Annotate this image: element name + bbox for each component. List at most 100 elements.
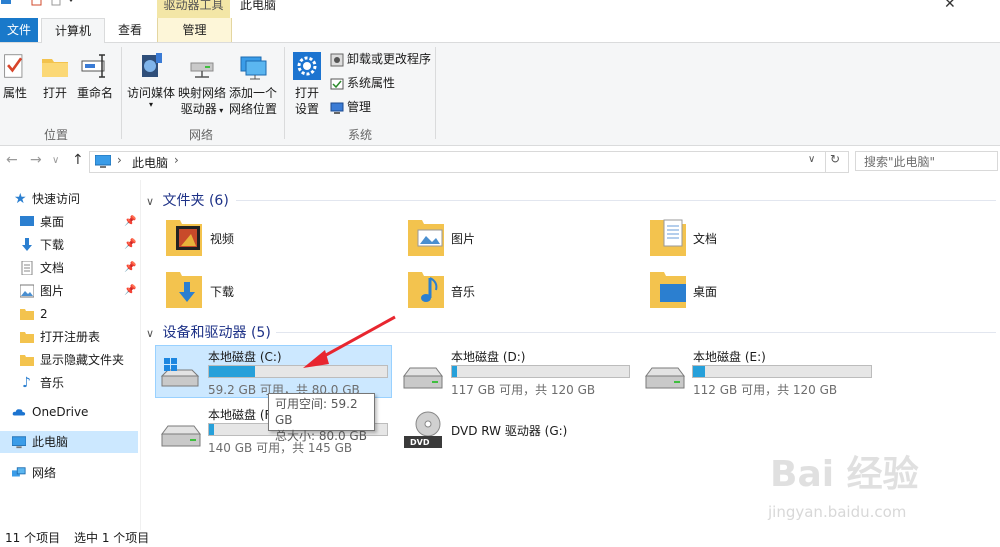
section-divider [236, 200, 996, 201]
manage-button[interactable]: 管理 [330, 98, 371, 116]
up-icon[interactable]: ↑ [72, 152, 84, 168]
uninstall-label: 卸载或更改程序 [347, 52, 432, 66]
nav-this-pc-label: 此电脑 [32, 435, 69, 449]
nav-item-label: 图片 [40, 284, 65, 298]
nav-quick-access[interactable]: ★ 快速访问 [0, 188, 138, 210]
rename-button[interactable]: 重命名 [77, 51, 113, 101]
nav-item-open-registry[interactable]: 打开注册表 [0, 326, 138, 348]
system-properties-icon [330, 78, 344, 89]
folder-label: 文档 [693, 232, 718, 246]
add-network-location-icon [240, 56, 267, 80]
pictures-folder-icon [408, 220, 444, 256]
nav-item-label: 2 [40, 307, 48, 321]
nav-this-pc[interactable]: 此电脑 [0, 431, 138, 453]
red-annotation-arrow [303, 315, 396, 368]
drive-usage-bar [692, 365, 872, 378]
quick-access-toolbar[interactable] [0, 0, 80, 8]
nav-item-desktop[interactable]: 桌面 📌 [0, 211, 138, 233]
folder-label: 音乐 [451, 285, 476, 299]
back-icon[interactable]: ← [6, 152, 18, 168]
drive-usage-bar [451, 365, 630, 378]
rename-icon [81, 54, 105, 78]
dropdown-arrow-icon: ▾ [148, 100, 153, 109]
nav-item-music[interactable]: ♪ 音乐 [0, 372, 138, 394]
hard-drive-icon [403, 367, 443, 389]
nav-item-folder-2[interactable]: 2 [0, 303, 138, 325]
pin-icon[interactable]: 📌 [124, 257, 136, 279]
nav-item-show-hidden[interactable]: 显示隐藏文件夹 [0, 349, 138, 371]
network-drive-icon [190, 62, 214, 78]
recent-locations-icon[interactable]: ∨ [52, 155, 59, 166]
forward-icon[interactable]: → [30, 152, 42, 168]
open-button[interactable]: 打开 [40, 51, 70, 101]
map-network-drive-button[interactable]: 映射网络 驱动器 ▾ [177, 51, 227, 119]
desktop-folder-icon [650, 272, 686, 308]
folder-icon [20, 355, 34, 366]
nav-item-label: 音乐 [40, 376, 65, 390]
nav-item-pictures[interactable]: 图片 📌 [0, 280, 138, 302]
title-bar [0, 0, 1000, 18]
chevron-down-icon[interactable]: ∨ [146, 327, 154, 340]
properties-label: 属性 [2, 86, 27, 100]
properties-icon [4, 54, 23, 78]
drive-free-space: 117 GB 可用，共 120 GB [451, 383, 596, 397]
pin-icon[interactable]: 📌 [124, 211, 136, 233]
group-separator [121, 47, 122, 139]
nav-item-label: 下载 [40, 238, 65, 252]
system-properties-button[interactable]: 系统属性 [330, 74, 395, 92]
nav-item-documents[interactable]: 文档 📌 [0, 257, 138, 279]
group-separator [284, 47, 285, 139]
address-dropdown-icon[interactable]: ∨ [808, 154, 815, 165]
group-separator [435, 47, 436, 139]
section-toggle[interactable]: ∨ 设备和驱动器 (5) [146, 322, 271, 342]
drive-usage-fill [209, 424, 215, 435]
pictures-icon [20, 284, 34, 298]
media-icon [142, 53, 162, 77]
drives-section-title: 设备和驱动器 (5) [162, 325, 271, 341]
tab-computer[interactable]: 计算机 [41, 18, 105, 43]
search-input[interactable]: 搜索"此电脑" [855, 151, 998, 171]
drive-tools-context-label: 驱动器工具 [157, 0, 230, 18]
open-settings-button[interactable]: 打开 设置 [289, 51, 325, 117]
svg-text:DVD: DVD [410, 438, 430, 447]
refresh-icon[interactable]: ↻ [825, 152, 840, 172]
dropdown-arrow-icon: ▾ [216, 106, 224, 115]
close-icon[interactable]: ✕ [944, 0, 956, 12]
access-media-button[interactable]: 访问媒体 ▾ [126, 51, 176, 109]
tooltip-total-size: 总大小: 80.0 GB [275, 429, 367, 443]
tab-view[interactable]: 查看 [108, 18, 152, 42]
pin-icon[interactable]: 📌 [124, 280, 136, 302]
breadcrumb-chevron-icon[interactable]: › [117, 153, 122, 167]
add-location-label-1: 添加一个 [228, 86, 277, 100]
nav-onedrive[interactable]: OneDrive [0, 401, 138, 423]
add-network-location-button[interactable]: 添加一个 网络位置 [228, 51, 278, 117]
group-system-label: 系统 [347, 128, 372, 142]
settings-gear-icon [293, 52, 321, 80]
baidu-watermark: Bai 经验 [770, 454, 919, 495]
chevron-down-icon[interactable]: ∨ [146, 195, 154, 208]
drive-name: 本地磁盘 (D:) [451, 350, 526, 364]
open-settings-label-2: 设置 [294, 102, 319, 116]
nav-item-downloads[interactable]: 下载 📌 [0, 234, 138, 256]
window-title: 此电脑 [240, 0, 277, 12]
tab-manage[interactable]: 管理 [157, 18, 232, 42]
folders-section-title: 文件夹 (6) [162, 193, 229, 209]
windows-drive-icon [160, 358, 200, 387]
desktop-icon [20, 216, 34, 226]
music-folder-icon [408, 272, 444, 308]
tab-file[interactable]: 文件 [0, 18, 38, 42]
pin-icon[interactable]: 📌 [124, 234, 136, 256]
folder-open-icon [42, 59, 68, 77]
breadcrumb-chevron-icon[interactable]: › [174, 153, 179, 167]
drive-free-space: 112 GB 可用，共 120 GB [693, 383, 838, 397]
properties-button[interactable]: 属性 [2, 51, 28, 101]
uninstall-icon [330, 53, 344, 66]
documents-folder-icon [650, 219, 686, 256]
nav-network[interactable]: 网络 [0, 462, 138, 484]
address-bar[interactable]: › 此电脑 › ∨ ↻ [89, 151, 849, 173]
breadcrumb-this-pc[interactable]: 此电脑 [132, 154, 168, 171]
section-toggle[interactable]: ∨ 文件夹 (6) [146, 190, 229, 210]
uninstall-program-button[interactable]: 卸载或更改程序 [330, 50, 431, 68]
group-network-label: 网络 [188, 128, 213, 142]
nav-item-label: 显示隐藏文件夹 [40, 353, 125, 367]
